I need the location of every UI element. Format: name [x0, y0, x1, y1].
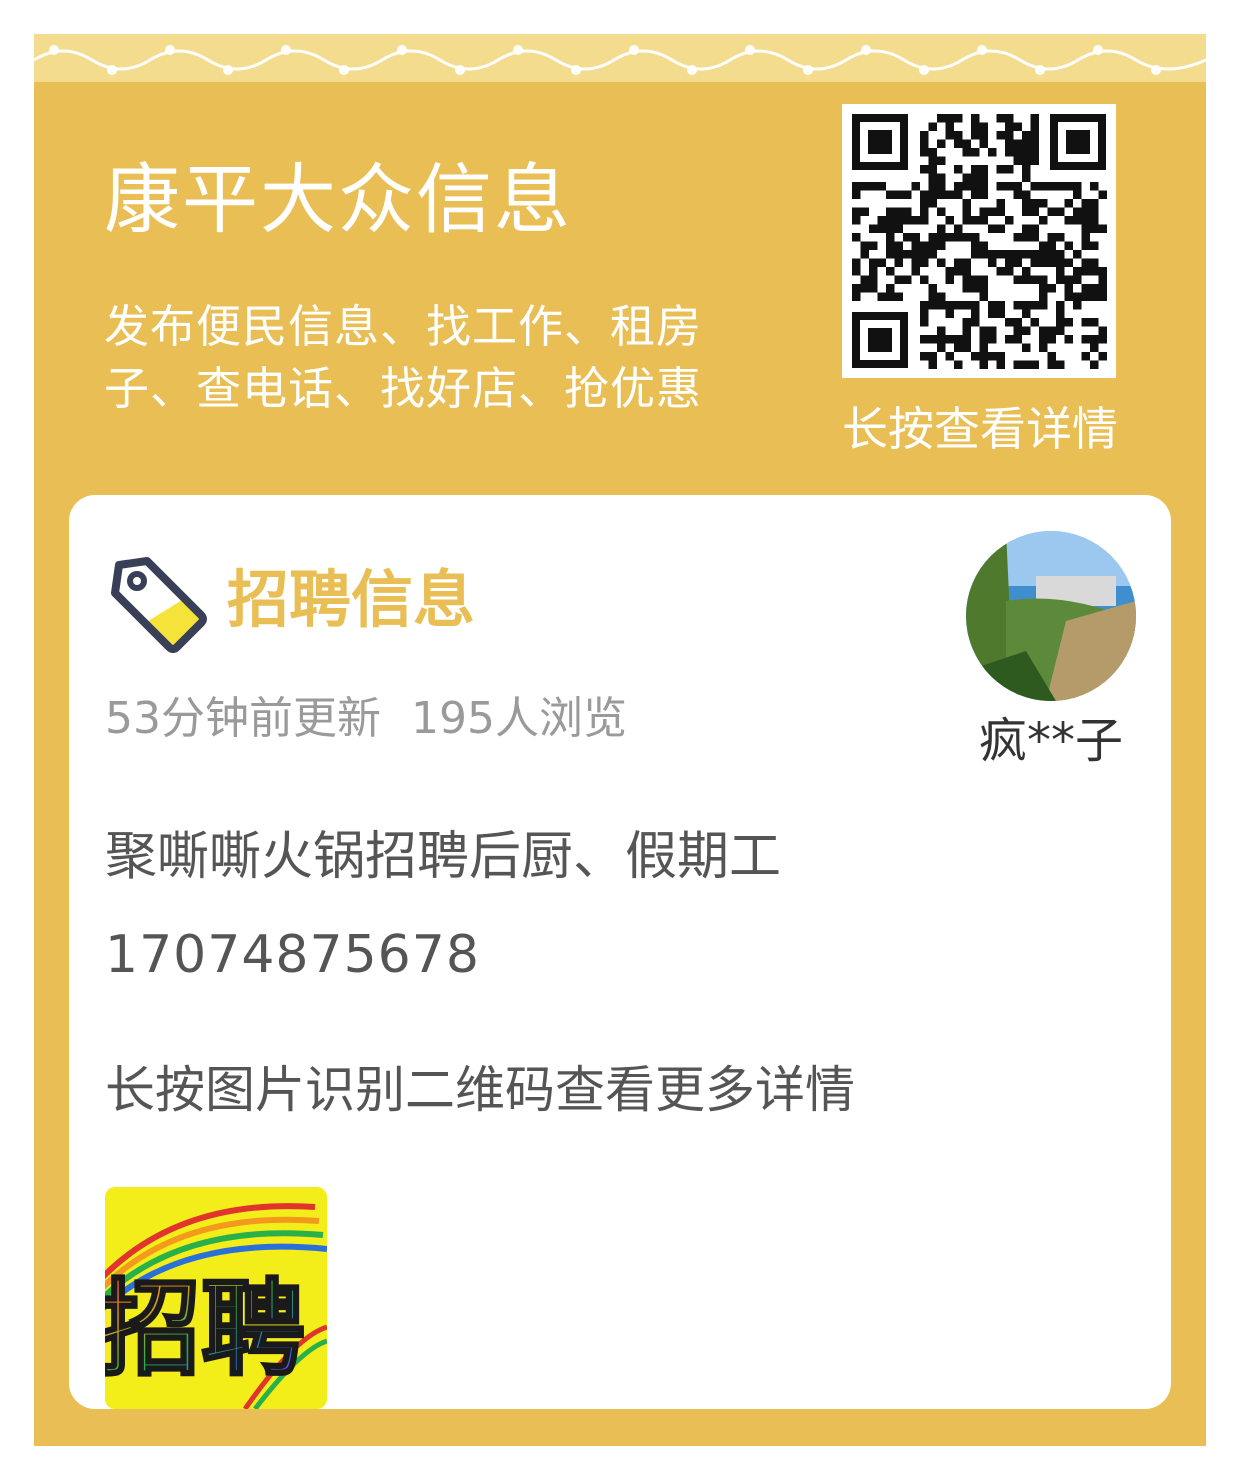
thumbnail-text: 招聘: [105, 1268, 305, 1390]
section-title: 招聘信息: [227, 563, 476, 636]
post-meta: 53分钟前更新 195人浏览: [105, 697, 657, 741]
author-name: 疯**子: [978, 713, 1123, 769]
qr-code[interactable]: [842, 104, 1116, 378]
view-count: 195人浏览: [411, 693, 627, 744]
app-description: 发布便民信息、找工作、租房子、查电话、找好店、抢优惠: [104, 300, 703, 415]
flower-lace-decoration: [34, 34, 1206, 82]
avatar[interactable]: [966, 531, 1136, 701]
price-tag-icon: [111, 557, 207, 653]
poster: 康平大众信息 发布便民信息、找工作、租房子、查电话、找好店、抢优惠 长按查看详情: [34, 34, 1206, 1446]
recruitment-banner-image: 招聘: [105, 1187, 327, 1409]
phone-number[interactable]: 17074875678: [105, 929, 480, 981]
post-card[interactable]: 招聘信息 53分钟前更新 195人浏览 疯**子 聚嘶嘶火锅招聘后厨、假期工 17…: [69, 495, 1171, 1409]
thumbnail-image[interactable]: 招聘: [105, 1187, 327, 1409]
qr-code-icon: [842, 104, 1116, 378]
updated-time: 53分钟前更新: [105, 693, 381, 744]
post-title: 聚嘶嘶火锅招聘后厨、假期工: [105, 827, 782, 887]
avatar-landscape-image: [966, 531, 1136, 701]
app-title: 康平大众信息: [104, 155, 572, 244]
qr-hint: 长按查看详情: [842, 402, 1118, 456]
qr-instruction: 长按图片识别二维码查看更多详情: [105, 1061, 855, 1119]
